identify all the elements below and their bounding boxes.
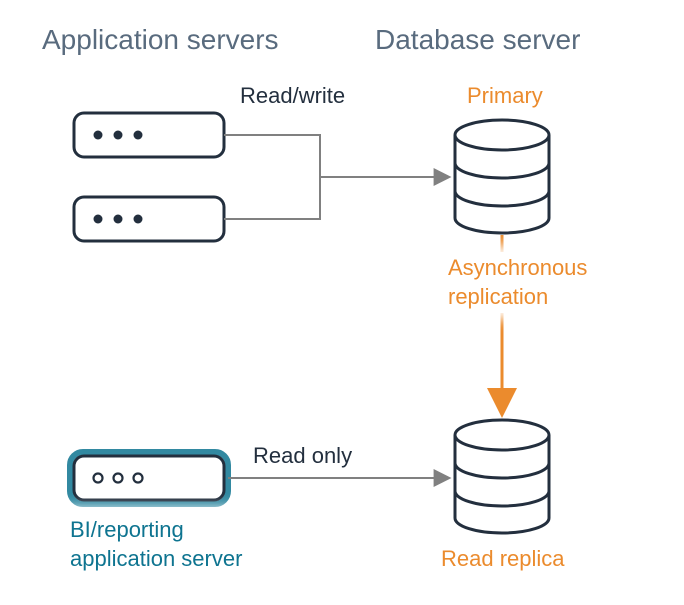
app-server-1-icon xyxy=(74,113,224,157)
db-server-header: Database server xyxy=(375,22,580,58)
primary-label: Primary xyxy=(467,82,543,111)
readonly-label: Read only xyxy=(253,442,352,471)
bi-reporting-label: BI/reporting application server xyxy=(64,514,248,575)
primary-database-icon xyxy=(455,120,549,233)
async-replication-label-line1: Asynchronous xyxy=(448,255,587,280)
readwrite-label: Read/write xyxy=(240,82,345,111)
app-server-2-icon xyxy=(74,197,224,241)
app-servers-header: Application servers xyxy=(42,22,279,58)
bi-reporting-server-icon xyxy=(70,452,228,504)
read-replica-database-icon xyxy=(455,420,549,533)
bi-reporting-label-line1: BI/reporting xyxy=(70,517,184,542)
async-replication-label-line2: replication xyxy=(448,284,548,309)
async-replication-label: Asynchronous replication xyxy=(442,252,593,313)
bi-reporting-label-line2: application server xyxy=(70,546,242,571)
readwrite-connector xyxy=(224,135,448,219)
read-replica-label: Read replica xyxy=(441,545,565,574)
